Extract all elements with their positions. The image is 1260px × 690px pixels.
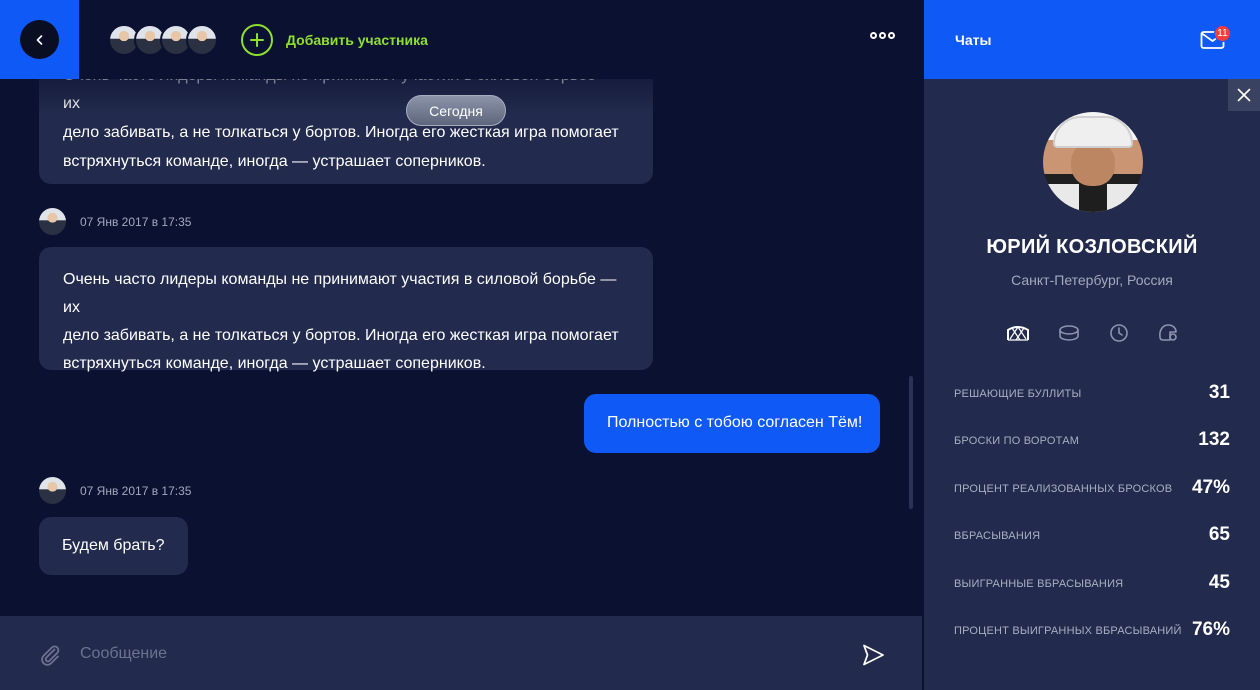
stat-value: 76%: [1191, 618, 1230, 640]
dot: [888, 32, 895, 39]
avatar[interactable]: [39, 477, 66, 504]
add-participant-label: Добавить участника: [286, 32, 428, 48]
message-text-line: дело забивать, а не толкаться у бортов. …: [63, 327, 619, 344]
stat-row: ПРОЦЕНТ РЕАЛИЗОВАННЫХ БРОСКОВ 47%: [954, 473, 1230, 520]
profile-location: Санкт-Петербург, Россия: [1011, 272, 1173, 288]
stat-label: ВЫИГРАННЫЕ ВБРАСЫВАНИЯ: [954, 577, 1124, 590]
clock-icon[interactable]: [1107, 321, 1131, 345]
panel-title[interactable]: Чаты: [955, 32, 991, 48]
unread-badge: 11: [1214, 25, 1231, 42]
message-bubble: Будем брать?: [39, 517, 188, 575]
paperclip-icon[interactable]: [38, 643, 62, 667]
add-participant-button[interactable]: Добавить участника: [241, 24, 428, 56]
panel-header: Чаты 11: [924, 0, 1260, 79]
stat-value: 65: [1208, 524, 1230, 546]
message-input[interactable]: [80, 642, 820, 666]
avatar[interactable]: [39, 208, 66, 235]
plus-icon: [241, 24, 273, 56]
stat-tabs: [994, 321, 1194, 345]
message-timestamp: 07 Янв 2017 в 17:35: [80, 483, 192, 498]
dot: [879, 32, 886, 39]
message-bubble: Очень часто лидеры команды не принимают …: [39, 247, 653, 372]
dot: [870, 32, 877, 39]
net-icon[interactable]: [1006, 321, 1030, 345]
message-text: Будем брать?: [62, 537, 165, 554]
message-meta: 07 Янв 2017 в 17:35: [39, 477, 191, 504]
message-text-line: Очень часто лидеры команды не принимают …: [63, 79, 616, 112]
stat-row: РЕШАЮЩИЕ БУЛЛИТЫ 31: [954, 378, 1230, 425]
message-text-line: встряхнуться команде, иногда — устрашает…: [63, 355, 486, 372]
chevron-left-icon: [36, 34, 42, 45]
message-text-line: встряхнуться команде, иногда — устрашает…: [63, 153, 486, 170]
message-text-line: дело забивать, а не толкаться у бортов. …: [63, 124, 619, 141]
puck-icon[interactable]: [1057, 321, 1081, 345]
stat-value: 45: [1208, 571, 1230, 593]
close-icon: [1237, 88, 1251, 102]
message-bubble: Очень часто лидеры команды не принимают …: [39, 79, 653, 184]
message-composer: [0, 616, 922, 690]
stat-row: БРОСКИ ПО ВОРОТАМ 132: [954, 425, 1230, 472]
message-text: Полностью с тобою согласен Тём!: [607, 414, 863, 431]
stat-value: 47%: [1191, 476, 1230, 498]
player-stats: РЕШАЮЩИЕ БУЛЛИТЫ 31 БРОСКИ ПО ВОРОТАМ 13…: [954, 378, 1230, 662]
profile-panel: Чаты 11 ЮРИЙ КОЗЛОВСКИЙ Санкт-Петербург,…: [924, 0, 1260, 690]
message-text-line: Очень часто лидеры команды не принимают …: [63, 271, 617, 316]
close-button[interactable]: [1228, 79, 1260, 111]
stat-label: РЕШАЮЩИЕ БУЛЛИТЫ: [954, 388, 1082, 400]
stat-label: ПРОЦЕНТ ВЫИГРАННЫХ ВБРАСЫВАНИЙ: [954, 624, 1182, 637]
back-button-area: [0, 0, 79, 79]
helmet-icon[interactable]: [1156, 321, 1180, 345]
stat-row: ВБРАСЫВАНИЯ 65: [954, 520, 1230, 567]
jersey-shape: [1043, 184, 1143, 212]
avatar[interactable]: [186, 24, 218, 56]
message-meta: 07 Янв 2017 в 17:35: [39, 208, 191, 235]
participant-avatars[interactable]: [108, 24, 220, 56]
stat-value: 31: [1208, 382, 1230, 403]
own-message-bubble: Полностью с тобою согласен Тём!: [584, 394, 880, 453]
profile-avatar: [1043, 112, 1143, 212]
back-button[interactable]: [20, 20, 59, 59]
chat-messages[interactable]: Очень часто лидеры команды не принимают …: [0, 79, 922, 616]
message-timestamp: 07 Янв 2017 в 17:35: [80, 214, 192, 229]
stat-label: ПРОЦЕНТ РЕАЛИЗОВАННЫХ БРОСКОВ: [954, 482, 1173, 495]
send-icon[interactable]: [860, 642, 886, 668]
stat-row: ПРОЦЕНТ ВЫИГРАННЫХ ВБРАСЫВАНИЙ 76%: [954, 615, 1230, 662]
chat-header: Добавить участника: [79, 0, 924, 79]
stat-row: ВЫИГРАННЫЕ ВБРАСЫВАНИЯ 45: [954, 568, 1230, 615]
stat-value: 132: [1198, 429, 1230, 451]
stat-label: ВБРАСЫВАНИЯ: [954, 530, 1041, 543]
stat-label: БРОСКИ ПО ВОРОТАМ: [954, 435, 1080, 448]
chat-scrollbar[interactable]: [909, 376, 913, 509]
date-badge: Сегодня: [406, 95, 506, 126]
profile-name: ЮРИЙ КОЗЛОВСКИЙ: [986, 236, 1198, 258]
face-shape: [1071, 142, 1115, 186]
more-options-button[interactable]: [870, 32, 895, 39]
helmet-shape: [1053, 116, 1133, 148]
